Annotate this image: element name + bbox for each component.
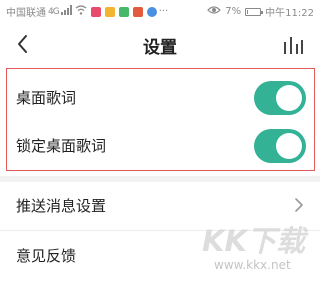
network-text: 4G	[48, 6, 60, 17]
lock-lyrics-row[interactable]: 锁定桌面歌词	[0, 124, 320, 168]
feedback-label: 意见反馈	[16, 247, 77, 265]
desktop-lyrics-toggle[interactable]	[254, 81, 306, 115]
app-notification-icon	[90, 6, 101, 17]
desktop-lyrics-row[interactable]: 桌面歌词	[0, 76, 320, 120]
status-right: 7% 中午11:22	[207, 4, 314, 19]
eye-icon	[207, 5, 222, 18]
lock-lyrics-toggle[interactable]	[254, 129, 306, 163]
push-settings-row[interactable]: 推送消息设置	[0, 184, 320, 228]
desktop-lyrics-label: 桌面歌词	[16, 89, 77, 107]
page-title: 设置	[143, 38, 177, 58]
time-text: 中午11:22	[265, 8, 314, 19]
title-bar: 设置	[0, 24, 320, 64]
status-left: 中国联通 4G ···	[6, 4, 168, 19]
app-notification-icon	[104, 6, 115, 17]
app-notification-icon	[146, 6, 157, 17]
app-notification-icon	[118, 6, 129, 17]
row-divider	[0, 230, 320, 231]
toggle-knob	[276, 85, 302, 111]
signal-icon	[60, 5, 73, 18]
carrier-text: 中国联通	[6, 8, 46, 19]
battery-text: 7%	[225, 6, 242, 17]
status-bar: 中国联通 4G ··· 7% 中午11:22	[0, 0, 320, 22]
toggle-knob	[276, 133, 302, 159]
wifi-icon	[75, 5, 87, 18]
push-settings-label: 推送消息设置	[16, 197, 107, 215]
equalizer-icon[interactable]	[282, 34, 304, 54]
lock-lyrics-label: 锁定桌面歌词	[16, 137, 107, 155]
app-notification-icon	[132, 6, 143, 17]
more-notifications-icon: ···	[158, 6, 169, 17]
section-divider	[0, 176, 320, 182]
battery-icon	[245, 7, 264, 16]
chevron-right-icon	[294, 197, 304, 213]
feedback-row[interactable]: 意见反馈	[0, 234, 320, 278]
